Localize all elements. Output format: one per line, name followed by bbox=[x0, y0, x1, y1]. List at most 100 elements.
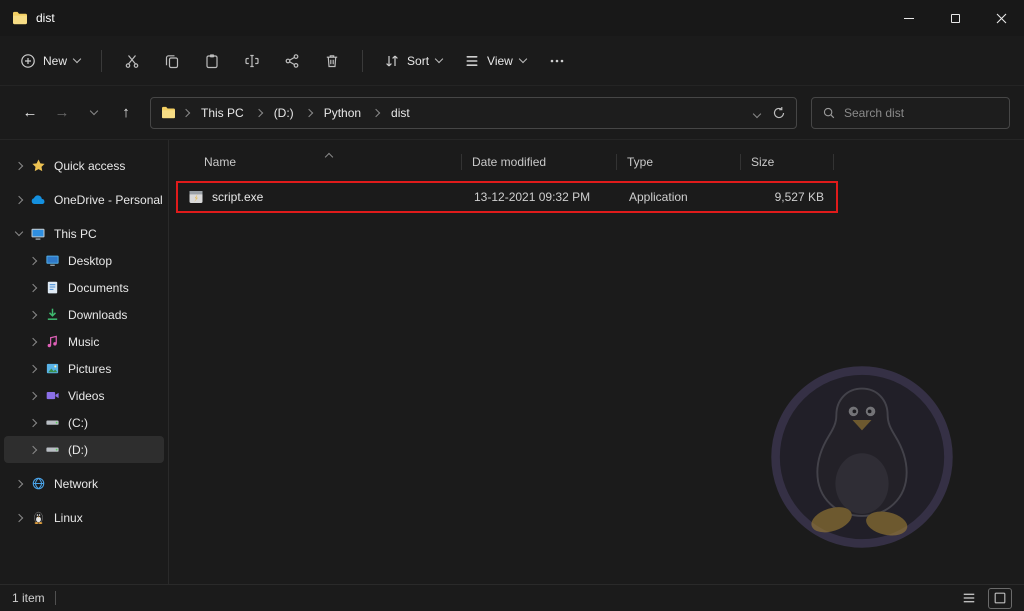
details-view-button[interactable] bbox=[957, 588, 981, 609]
sidebar-item-network[interactable]: Network bbox=[4, 470, 164, 497]
sidebar-item-drive-d[interactable]: (D:) bbox=[4, 436, 164, 463]
new-button-label: New bbox=[43, 54, 67, 68]
address-dropdown-button[interactable] bbox=[754, 106, 760, 120]
chevron-right-icon bbox=[373, 110, 379, 116]
column-header-size[interactable]: Size bbox=[741, 148, 834, 176]
sort-button[interactable]: Sort bbox=[374, 46, 452, 76]
sidebar-item-onedrive[interactable]: OneDrive - Personal bbox=[4, 186, 164, 213]
maximize-button[interactable] bbox=[932, 0, 978, 36]
address-bar[interactable]: This PC (D:) Python dist bbox=[150, 97, 797, 129]
sort-button-label: Sort bbox=[407, 54, 429, 68]
delete-button[interactable] bbox=[313, 45, 351, 77]
file-date-cell: 13-12-2021 09:32 PM bbox=[464, 183, 619, 211]
refresh-icon bbox=[772, 106, 786, 120]
tab-title: dist bbox=[36, 11, 55, 25]
back-button[interactable]: ← bbox=[14, 98, 46, 128]
file-list-area: Name Date modified Type Size script.exe … bbox=[169, 140, 1024, 584]
column-header-type[interactable]: Type bbox=[617, 148, 741, 176]
forward-icon: → bbox=[55, 104, 70, 121]
monitor-icon bbox=[28, 226, 48, 242]
sidebar-item-desktop[interactable]: Desktop bbox=[4, 247, 164, 274]
breadcrumb-this-pc[interactable]: This PC bbox=[196, 104, 249, 122]
new-button[interactable]: New bbox=[10, 46, 90, 76]
content-area: Quick access OneDrive - Personal This PC… bbox=[0, 140, 1024, 584]
maximize-icon bbox=[951, 14, 960, 23]
cut-icon bbox=[124, 53, 140, 69]
folder-icon bbox=[161, 106, 176, 119]
star-icon bbox=[28, 158, 48, 173]
share-icon bbox=[284, 53, 300, 69]
document-icon bbox=[42, 280, 62, 295]
item-count: 1 item bbox=[12, 591, 45, 605]
breadcrumb-drive-d[interactable]: (D:) bbox=[269, 104, 299, 122]
chevron-right-icon bbox=[24, 258, 42, 264]
view-icon bbox=[464, 53, 480, 69]
cut-button[interactable] bbox=[113, 45, 151, 77]
sidebar-item-videos[interactable]: Videos bbox=[4, 382, 164, 409]
toolbar-separator bbox=[362, 50, 363, 72]
sidebar-item-linux[interactable]: Linux bbox=[4, 504, 164, 531]
file-explorer-window: dist New bbox=[0, 0, 1024, 611]
network-globe-icon bbox=[28, 476, 48, 491]
sidebar-item-drive-c[interactable]: (C:) bbox=[4, 409, 164, 436]
explorer-tab[interactable]: dist bbox=[0, 11, 55, 25]
cloud-icon bbox=[28, 192, 48, 208]
plus-circle-icon bbox=[20, 53, 36, 69]
chevron-right-icon bbox=[256, 110, 262, 116]
sidebar-item-pictures[interactable]: Pictures bbox=[4, 355, 164, 382]
chevron-down-icon bbox=[519, 55, 527, 63]
address-row: ← → ↑ This PC (D:) Python dist bbox=[0, 86, 1024, 140]
chevron-right-icon bbox=[10, 481, 28, 487]
sidebar-item-documents[interactable]: Documents bbox=[4, 274, 164, 301]
file-name-cell: script.exe bbox=[178, 183, 464, 211]
breadcrumb-dist[interactable]: dist bbox=[386, 104, 415, 122]
navigation-pane: Quick access OneDrive - Personal This PC… bbox=[0, 140, 169, 584]
paste-icon bbox=[204, 53, 220, 69]
forward-button[interactable]: → bbox=[46, 98, 78, 128]
column-header-date-modified[interactable]: Date modified bbox=[462, 148, 617, 176]
sidebar-item-quick-access[interactable]: Quick access bbox=[4, 152, 164, 179]
folder-icon bbox=[12, 11, 28, 25]
hard-drive-icon bbox=[42, 415, 62, 430]
refresh-button[interactable] bbox=[772, 106, 786, 120]
recent-locations-button[interactable] bbox=[78, 98, 110, 128]
chevron-right-icon bbox=[24, 366, 42, 372]
desktop-icon bbox=[42, 253, 62, 268]
thumbnail-view-icon bbox=[993, 591, 1007, 605]
sidebar-item-music[interactable]: Music bbox=[4, 328, 164, 355]
chevron-down-icon bbox=[90, 107, 98, 115]
up-icon: ↑ bbox=[122, 104, 130, 121]
chevron-right-icon bbox=[24, 312, 42, 318]
copy-button[interactable] bbox=[153, 45, 191, 77]
share-button[interactable] bbox=[273, 45, 311, 77]
thumbnail-view-button[interactable] bbox=[988, 588, 1012, 609]
sidebar-item-downloads[interactable]: Downloads bbox=[4, 301, 164, 328]
column-header-name[interactable]: Name bbox=[176, 148, 462, 176]
sidebar-item-this-pc[interactable]: This PC bbox=[4, 220, 164, 247]
search-input[interactable] bbox=[844, 106, 999, 120]
chevron-right-icon bbox=[24, 447, 42, 453]
up-button[interactable]: ↑ bbox=[110, 98, 142, 128]
status-divider bbox=[55, 591, 56, 605]
file-row-script-exe[interactable]: script.exe 13-12-2021 09:32 PM Applicati… bbox=[176, 181, 838, 213]
application-file-icon bbox=[188, 189, 204, 205]
command-bar: New Sort View bbox=[0, 36, 1024, 86]
see-more-button[interactable] bbox=[538, 45, 576, 77]
chevron-right-icon bbox=[10, 197, 28, 203]
download-arrow-icon bbox=[42, 307, 62, 322]
close-button[interactable] bbox=[978, 0, 1024, 36]
minimize-button[interactable] bbox=[886, 0, 932, 36]
status-bar: 1 item bbox=[0, 584, 1024, 611]
search-box[interactable] bbox=[811, 97, 1010, 129]
rename-icon bbox=[244, 53, 260, 69]
copy-icon bbox=[164, 53, 180, 69]
file-size-cell: 9,527 KB bbox=[743, 183, 836, 211]
rename-button[interactable] bbox=[233, 45, 271, 77]
toolbar-separator bbox=[101, 50, 102, 72]
picture-icon bbox=[42, 361, 62, 376]
file-type-cell: Application bbox=[619, 183, 743, 211]
view-button[interactable]: View bbox=[454, 46, 536, 76]
video-camera-icon bbox=[42, 388, 62, 403]
paste-button[interactable] bbox=[193, 45, 231, 77]
breadcrumb-python[interactable]: Python bbox=[319, 104, 366, 122]
